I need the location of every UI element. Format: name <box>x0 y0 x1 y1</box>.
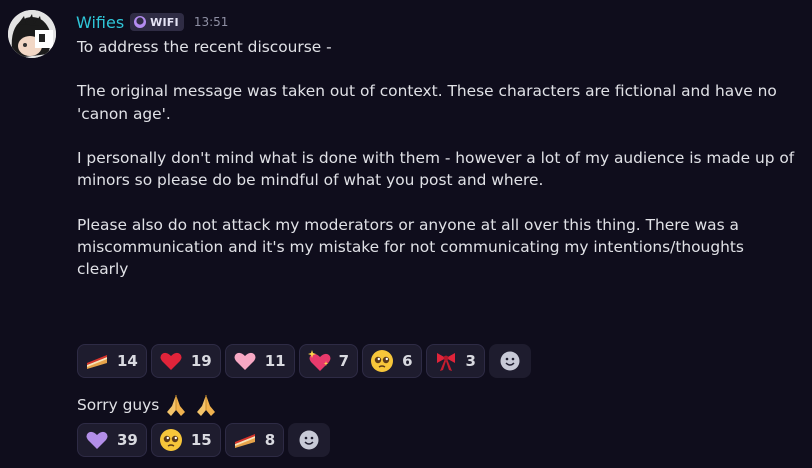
reaction-count: 6 <box>402 352 413 370</box>
message-paragraph: To address the recent discourse - <box>77 38 332 56</box>
reaction-count: 39 <box>117 431 138 449</box>
add-reaction-button[interactable] <box>288 423 331 457</box>
reaction-count: 11 <box>264 352 286 370</box>
reaction-cake-slice[interactable]: 8 <box>224 423 285 457</box>
reaction-pleading-face[interactable]: 15 <box>150 423 221 457</box>
cake-slice-icon <box>87 355 107 369</box>
timestamp[interactable]: 13:51 <box>194 15 229 29</box>
message-header: Wifies WIFI 13:51 <box>76 10 228 34</box>
add-reaction-icon <box>299 430 319 450</box>
pleading-face-icon <box>371 350 394 372</box>
purple-heart-icon <box>86 431 108 449</box>
reaction-purple-heart[interactable]: 39 <box>77 423 147 457</box>
reaction-count: 19 <box>190 352 212 370</box>
message-paragraph: The original message was taken out of co… <box>77 82 777 123</box>
cake-slice-icon <box>234 434 255 448</box>
followup-text: Sorry guys <box>77 396 160 414</box>
reaction-pleading-face[interactable]: 6 <box>362 344 422 378</box>
red-heart-icon <box>160 352 182 370</box>
reaction-count: 15 <box>190 431 212 449</box>
message-paragraph: I personally don't mind what is done wit… <box>77 148 795 190</box>
moon-icon <box>134 16 147 28</box>
add-reaction-icon <box>500 351 520 371</box>
ribbon-icon <box>436 353 455 371</box>
reaction-red-heart[interactable]: 19 <box>150 344 221 378</box>
reaction-count: 3 <box>465 352 476 370</box>
message-paragraph: Please also do not attack my moderators … <box>77 215 744 278</box>
sparkling-heart-icon <box>307 350 331 371</box>
message-content: To address the recent discourse - The or… <box>77 36 797 280</box>
reaction-sparkling-heart[interactable]: 7 <box>298 344 359 378</box>
username[interactable]: Wifies <box>76 13 124 32</box>
followup-reactions-bar: 39 15 8 <box>77 423 331 457</box>
reaction-cake-slice[interactable]: 14 <box>77 344 147 378</box>
reaction-ribbon[interactable]: 3 <box>425 344 485 378</box>
pleading-face-icon <box>159 429 182 451</box>
folded-hands-icon <box>167 395 186 416</box>
server-tag-label: WIFI <box>150 15 179 29</box>
followup-message: Sorry guys <box>77 390 219 420</box>
add-reaction-button[interactable] <box>488 344 531 378</box>
reaction-count: 14 <box>117 352 138 370</box>
server-tag[interactable]: WIFI <box>130 13 184 31</box>
folded-hands-icon <box>197 395 216 416</box>
reaction-count: 8 <box>264 431 276 449</box>
reaction-pink-heart[interactable]: 11 <box>224 344 295 378</box>
pink-heart-icon <box>234 352 256 370</box>
reaction-count: 7 <box>338 352 350 370</box>
reactions-bar: 14 19 11 7 6 3 <box>77 344 531 378</box>
avatar[interactable] <box>8 10 56 58</box>
